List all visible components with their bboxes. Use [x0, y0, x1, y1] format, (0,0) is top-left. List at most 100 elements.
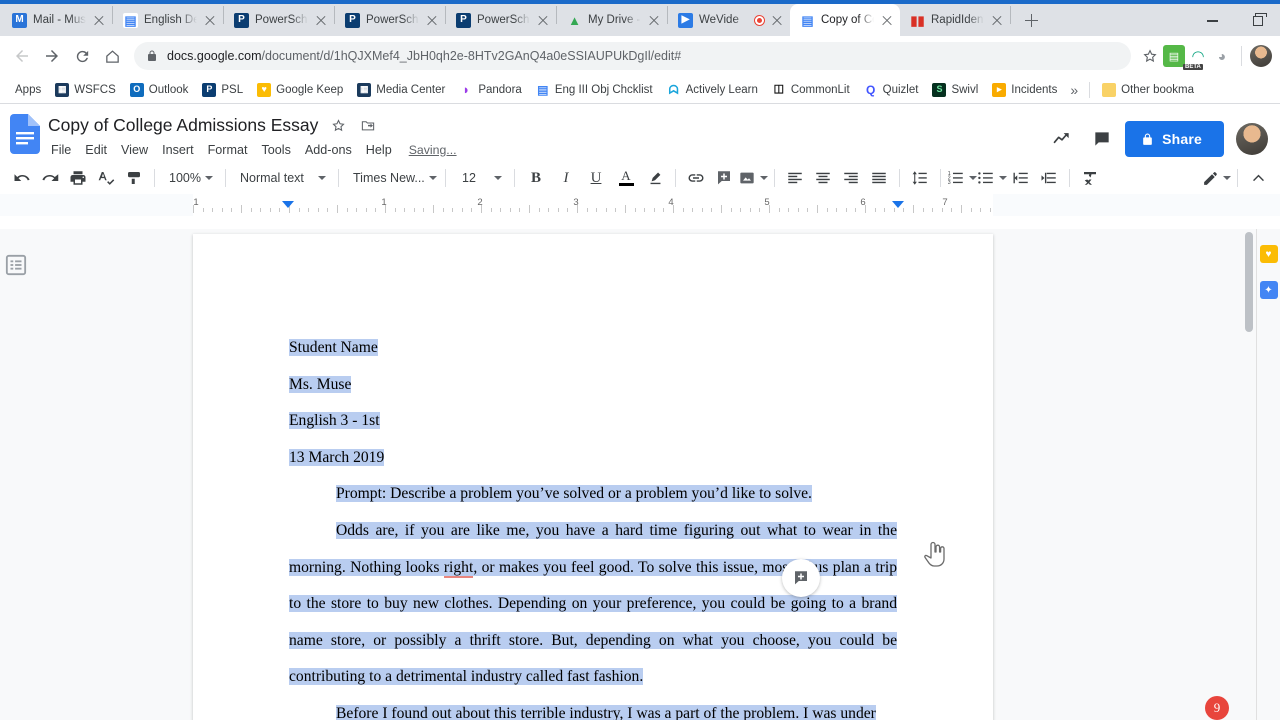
close-icon[interactable]	[314, 13, 328, 27]
align-right-icon[interactable]	[837, 164, 865, 192]
activity-dashboard-icon[interactable]	[1045, 122, 1079, 156]
document-page[interactable]: Student Name Ms. Muse English 3 - 1st 13…	[193, 234, 993, 720]
paint-format-icon[interactable]	[120, 164, 148, 192]
google-docs-logo[interactable]	[10, 114, 40, 154]
browser-tab[interactable]: ▮▮ RapidIdenti	[900, 4, 1010, 36]
redo-icon[interactable]	[36, 164, 64, 192]
spellcheck-icon[interactable]	[92, 164, 120, 192]
clear-formatting-icon[interactable]	[1076, 164, 1104, 192]
bookmark-commonlit[interactable]: ◫ CommonLit	[765, 80, 857, 100]
browser-profile-avatar[interactable]	[1250, 45, 1272, 67]
close-icon[interactable]	[425, 13, 439, 27]
star-outline-icon[interactable]	[328, 115, 348, 135]
bookmark-swivl[interactable]: S Swivl	[925, 80, 985, 100]
grammarly-beta-icon[interactable]: ◠ BETA	[1183, 45, 1209, 70]
bookmark-actively-learn[interactable]: ᗣ Actively Learn	[660, 80, 765, 100]
home-icon[interactable]	[98, 42, 126, 70]
menu-insert[interactable]: Insert	[155, 140, 201, 160]
font-size-dropdown[interactable]: 12	[452, 165, 508, 191]
close-icon[interactable]	[990, 13, 1004, 27]
highlight-color-icon[interactable]	[641, 164, 669, 192]
bookmark-psl[interactable]: P PSL	[195, 80, 250, 100]
document-scrollbar-thumb[interactable]	[1245, 232, 1253, 332]
google-keep-icon[interactable]: ♥	[1259, 245, 1278, 263]
page-title[interactable]: Copy of College Admissions Essay	[48, 115, 318, 136]
menu-add-ons[interactable]: Add-ons	[298, 140, 359, 160]
browser-tab[interactable]: ▶ WeVide	[668, 4, 790, 36]
numbered-list-icon[interactable]: 123	[947, 164, 977, 192]
browser-tab[interactable]: P PowerScho	[224, 4, 334, 36]
bookmark-star-icon[interactable]	[1139, 45, 1161, 67]
bookmark-eng-iii-obj-chcklist[interactable]: ▤ Eng III Obj Chcklist	[529, 80, 660, 100]
zoom-dropdown[interactable]: 100%	[161, 165, 219, 191]
menu-tools[interactable]: Tools	[254, 140, 297, 160]
bookmark-media-center[interactable]: ▦ Media Center	[350, 80, 452, 100]
bulleted-list-icon[interactable]	[977, 164, 1007, 192]
insert-link-icon[interactable]	[682, 164, 710, 192]
bold-button[interactable]: B	[521, 164, 551, 192]
close-icon[interactable]	[880, 13, 894, 27]
increase-indent-icon[interactable]	[1035, 164, 1063, 192]
browser-tab[interactable]: P PowerScho	[335, 4, 445, 36]
bookmark-pandora[interactable]: ◗ Pandora	[452, 80, 528, 100]
editing-mode-pencil-icon[interactable]	[1202, 164, 1231, 192]
close-icon[interactable]	[203, 13, 217, 27]
address-bar[interactable]: docs.google.com/document/d/1hQJXMef4_JbH…	[134, 42, 1131, 70]
bookmark-incidents[interactable]: ▸ Incidents	[985, 80, 1064, 100]
browser-tab[interactable]: ▲ My Drive -	[557, 4, 667, 36]
print-icon[interactable]	[64, 164, 92, 192]
forward-arrow-icon[interactable]	[38, 42, 66, 70]
bookmark-wsfcs[interactable]: ▦ WSFCS	[48, 80, 123, 100]
minimize-icon[interactable]	[1190, 6, 1235, 36]
close-icon[interactable]	[536, 13, 550, 27]
ruler[interactable]: 1 1 2 3 4 5 6 7	[193, 194, 993, 216]
bookmark-quizlet[interactable]: Q Quizlet	[857, 80, 926, 100]
close-icon[interactable]	[92, 13, 106, 27]
align-left-icon[interactable]	[781, 164, 809, 192]
print-friendly-icon[interactable]: ▤	[1163, 45, 1185, 67]
move-to-folder-icon[interactable]	[358, 115, 378, 135]
browser-tab[interactable]: M Mail - Muse	[2, 4, 112, 36]
maximize-icon[interactable]	[1235, 6, 1280, 36]
bookmark-apps[interactable]: Apps	[8, 81, 48, 99]
line-spacing-icon[interactable]	[906, 164, 934, 192]
document-text-body[interactable]: Student Name Ms. Muse English 3 - 1st 13…	[289, 330, 897, 720]
menu-view[interactable]: View	[114, 140, 155, 160]
new-tab-button[interactable]	[1017, 6, 1045, 34]
menu-edit[interactable]: Edit	[78, 140, 114, 160]
underline-button[interactable]: U	[581, 164, 611, 192]
google-calendar-icon[interactable]: ✦	[1259, 281, 1278, 299]
decrease-indent-icon[interactable]	[1007, 164, 1035, 192]
user-avatar[interactable]	[1236, 123, 1268, 155]
document-outline-icon[interactable]	[5, 254, 27, 276]
bookmark-outlook[interactable]: O Outlook	[123, 80, 196, 100]
browser-tab[interactable]: ▤ English Dep	[113, 4, 223, 36]
menu-format[interactable]: Format	[201, 140, 255, 160]
font-family-dropdown[interactable]: Times New...	[345, 165, 439, 191]
reload-icon[interactable]	[68, 42, 96, 70]
undo-icon[interactable]	[8, 164, 36, 192]
hide-menus-chevron-icon[interactable]	[1244, 164, 1272, 192]
menu-file[interactable]: File	[44, 140, 78, 160]
align-justify-icon[interactable]	[865, 164, 893, 192]
close-icon[interactable]	[770, 13, 784, 27]
close-icon[interactable]	[647, 13, 661, 27]
add-comment-floating-button[interactable]	[782, 559, 820, 597]
left-indent-marker[interactable]	[282, 201, 294, 208]
comment-history-icon[interactable]	[1085, 122, 1119, 156]
share-button[interactable]: Share	[1125, 121, 1224, 157]
right-indent-marker[interactable]	[892, 201, 904, 208]
menu-help[interactable]: Help	[359, 140, 399, 160]
browser-tab-active[interactable]: ▤ Copy of Co	[790, 4, 900, 36]
italic-button[interactable]: I	[551, 164, 581, 192]
extension-circle-icon[interactable]: ◕	[1211, 45, 1233, 67]
browser-tab[interactable]: P PowerScho	[446, 4, 556, 36]
other-bookmarks-folder[interactable]: Other bookma	[1095, 80, 1201, 100]
add-comment-icon[interactable]	[710, 164, 738, 192]
paragraph-style-dropdown[interactable]: Normal text	[232, 165, 332, 191]
bookmark-google-keep[interactable]: ♥ Google Keep	[250, 80, 350, 100]
text-color-icon[interactable]: A	[611, 164, 641, 192]
insert-image-icon[interactable]	[738, 164, 768, 192]
align-center-icon[interactable]	[809, 164, 837, 192]
bookmarks-overflow-button[interactable]: »	[1064, 79, 1084, 101]
